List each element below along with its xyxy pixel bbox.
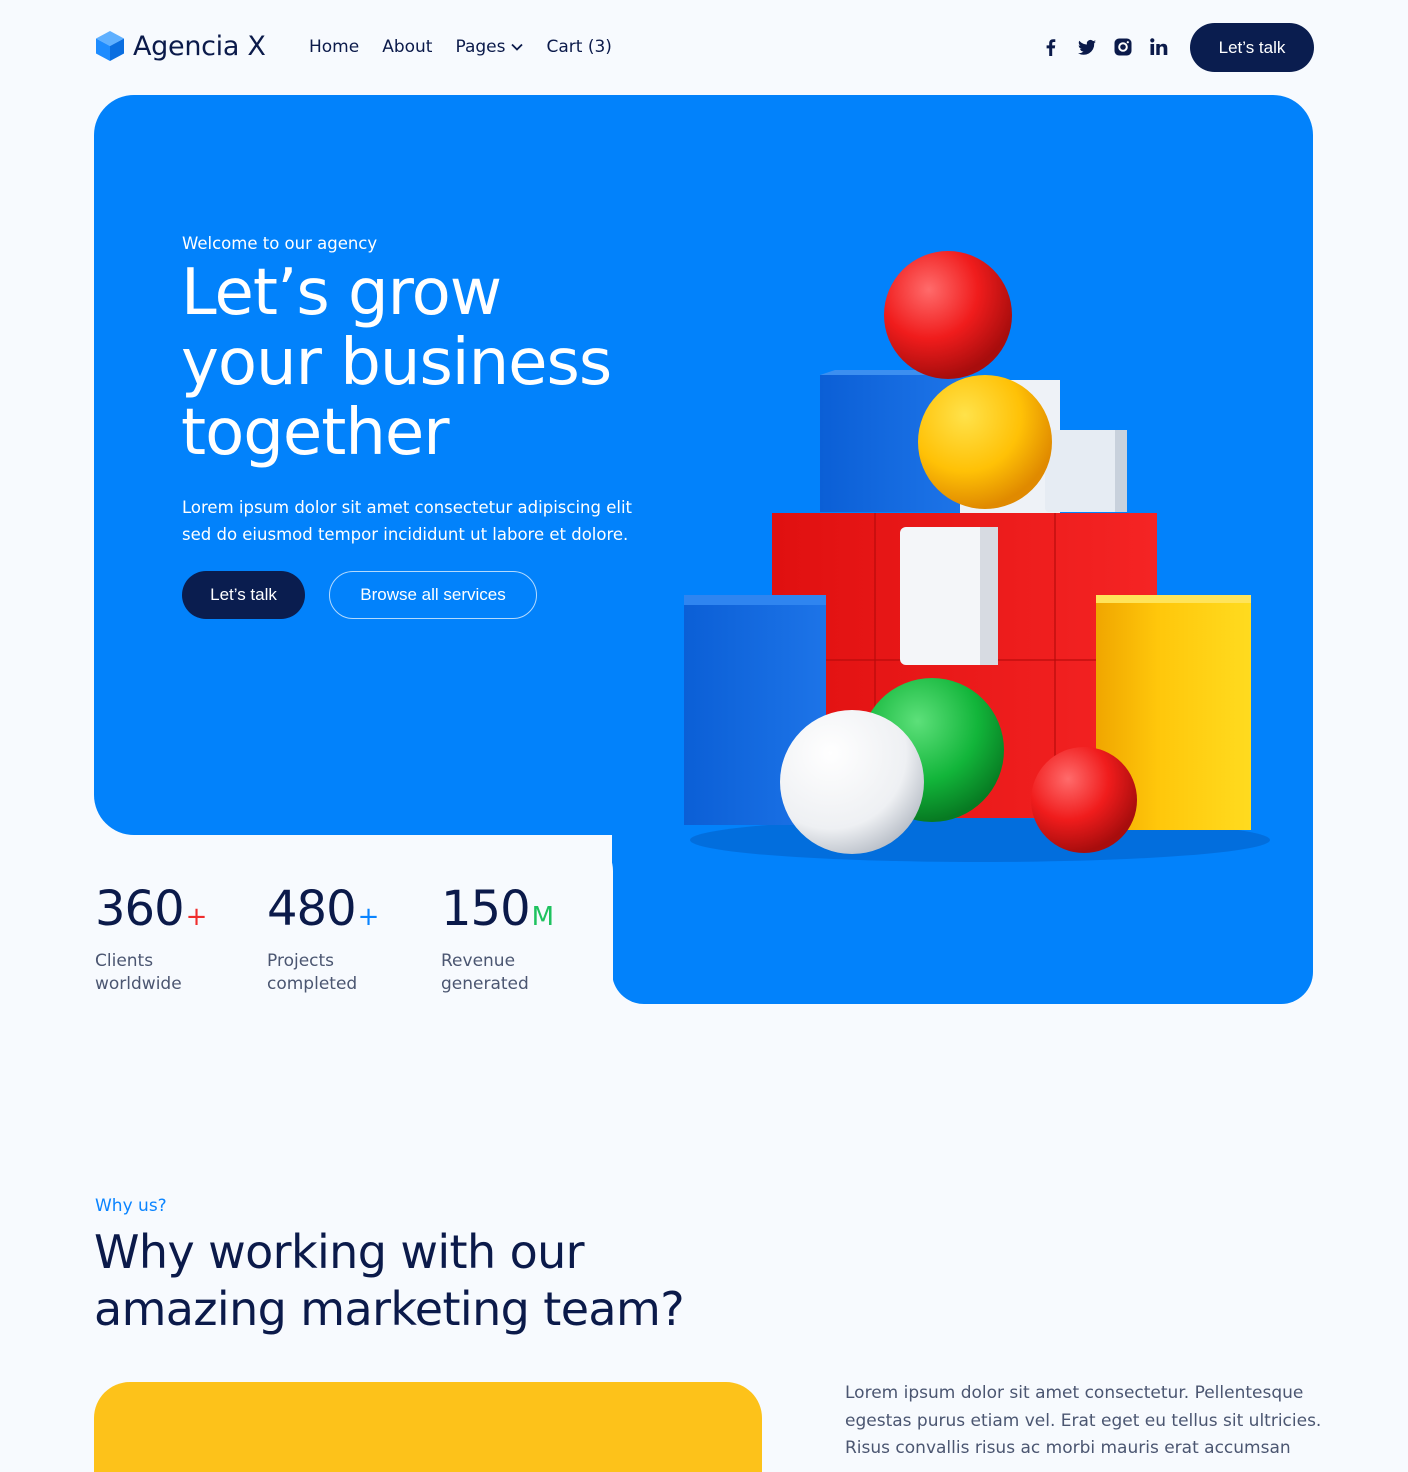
stat-suffix: +	[185, 902, 208, 932]
stat-label: Revenue generated	[441, 950, 553, 996]
toy-blocks-illustration	[684, 251, 1270, 862]
stat-value: 360	[95, 881, 185, 937]
hero-description-line: Lorem ipsum dolor sit amet consectetur a…	[182, 498, 633, 517]
why-title-line: amazing marketing team?	[94, 1282, 685, 1336]
stat-label-line: completed	[267, 974, 358, 994]
chevron-down-icon	[511, 43, 524, 51]
hero-description-line: sed do eiusmod tempor incididunt ut labo…	[182, 525, 629, 544]
hero-lets-talk-button[interactable]: Let’s talk	[182, 571, 305, 619]
stat-suffix: +	[357, 902, 380, 932]
stat-label-line: Revenue	[441, 951, 516, 971]
why-feature-card	[94, 1382, 762, 1472]
nav-link-about[interactable]: About	[382, 37, 432, 57]
stat-label-line: worldwide	[95, 974, 182, 994]
stat-projects: 480+ Projects completed	[267, 878, 380, 996]
stat-label-line: Clients	[95, 951, 154, 971]
nav-link-cart[interactable]: Cart (3)	[546, 37, 611, 57]
stat-value: 150	[441, 881, 531, 937]
hero-title-line: your business	[181, 326, 612, 400]
stat-suffix: M	[531, 902, 554, 932]
brand-name: Agencia X	[133, 30, 266, 62]
stat-value-row: 360+	[95, 878, 208, 948]
twitter-icon[interactable]	[1076, 36, 1097, 57]
nav-link-pages-label: Pages	[455, 37, 506, 57]
stat-revenue: 150M Revenue generated	[441, 878, 554, 996]
why-title: Why working with our amazing marketing t…	[94, 1224, 685, 1338]
facebook-icon[interactable]	[1040, 36, 1061, 57]
stat-label-line: generated	[441, 974, 529, 994]
top-navigation: Agencia X Home About Pages Cart (3) Let’…	[0, 0, 1408, 95]
why-title-line: Why working with our	[94, 1225, 585, 1279]
why-description: Lorem ipsum dolor sit amet consectetur. …	[845, 1380, 1322, 1463]
stat-label: Projects completed	[267, 950, 378, 996]
why-description-line: egestas purus etiam vel. Erat eget eu te…	[845, 1410, 1322, 1431]
brand-logo[interactable]: Agencia X	[95, 30, 266, 62]
main-menu: Home About Pages Cart (3)	[309, 37, 612, 57]
stat-label-line: Projects	[267, 951, 335, 971]
why-eyebrow: Why us?	[95, 1196, 167, 1216]
hero-title-line: Let’s grow	[181, 256, 502, 330]
browse-services-button[interactable]: Browse all services	[329, 571, 537, 619]
why-description-line: Risus convallis risus ac morbi mauris er…	[845, 1438, 1291, 1458]
hero-description: Lorem ipsum dolor sit amet consectetur a…	[182, 494, 662, 548]
why-description-line: Lorem ipsum dolor sit amet consectetur. …	[845, 1383, 1304, 1403]
social-links	[1040, 36, 1169, 57]
instagram-icon[interactable]	[1112, 36, 1133, 57]
hero-eyebrow: Welcome to our agency	[182, 234, 378, 253]
stat-value-row: 150M	[441, 878, 554, 948]
linkedin-icon[interactable]	[1148, 36, 1169, 57]
nav-lets-talk-button[interactable]: Let’s talk	[1190, 23, 1314, 72]
hero-title: Let’s grow your business together	[181, 258, 701, 468]
nav-link-pages[interactable]: Pages	[455, 37, 524, 57]
stat-value: 480	[267, 881, 357, 937]
cube-logo-icon	[96, 31, 124, 61]
stat-label: Clients worldwide	[95, 950, 206, 996]
nav-link-home[interactable]: Home	[309, 37, 359, 57]
stat-value-row: 480+	[267, 878, 380, 948]
hero-title-line: together	[181, 396, 450, 470]
stat-clients: 360+ Clients worldwide	[95, 878, 208, 996]
